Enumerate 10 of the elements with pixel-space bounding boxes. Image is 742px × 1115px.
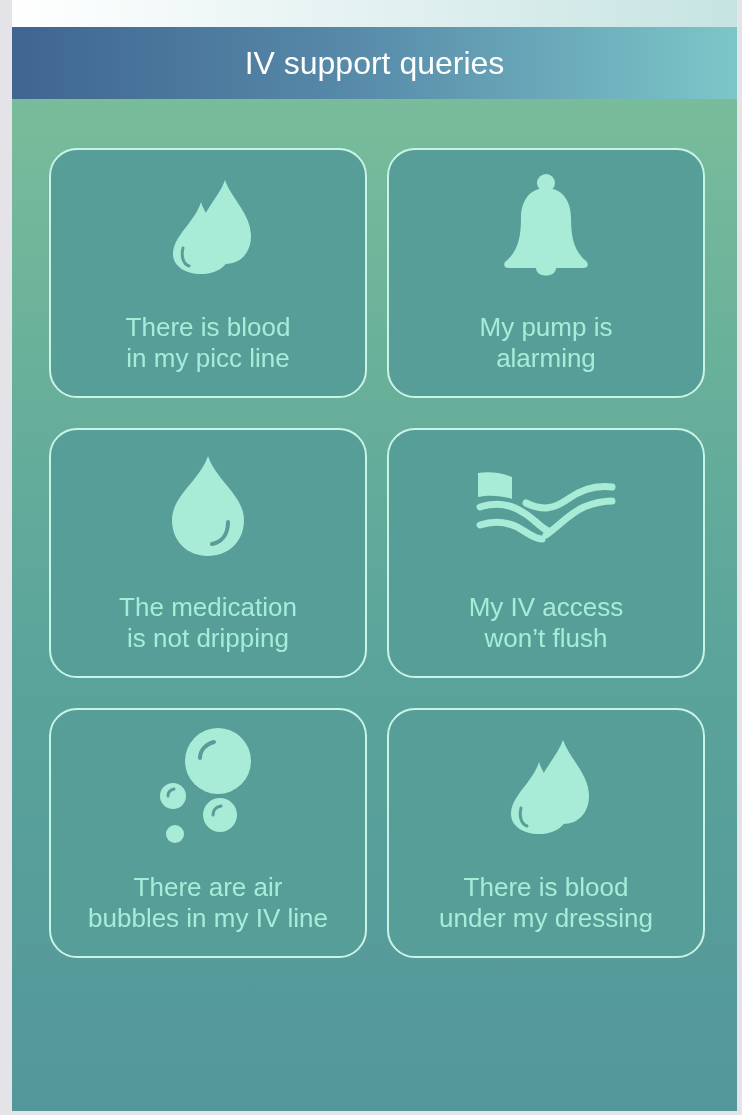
query-tile[interactable]: The medication is not dripping bbox=[49, 428, 367, 678]
tube-icon bbox=[476, 469, 616, 543]
query-tile[interactable]: There is blood under my dressing bbox=[387, 708, 705, 958]
query-tile[interactable]: There is blood in my picc line bbox=[49, 148, 367, 398]
query-tile[interactable]: My IV access won’t flush bbox=[387, 428, 705, 678]
bell-icon bbox=[501, 174, 591, 278]
drop-icon bbox=[170, 456, 246, 556]
query-tile[interactable]: My pump is alarming bbox=[387, 148, 705, 398]
query-tile[interactable]: There are air bubbles in my IV line bbox=[49, 708, 367, 958]
page-title: IV support queries bbox=[244, 44, 505, 82]
